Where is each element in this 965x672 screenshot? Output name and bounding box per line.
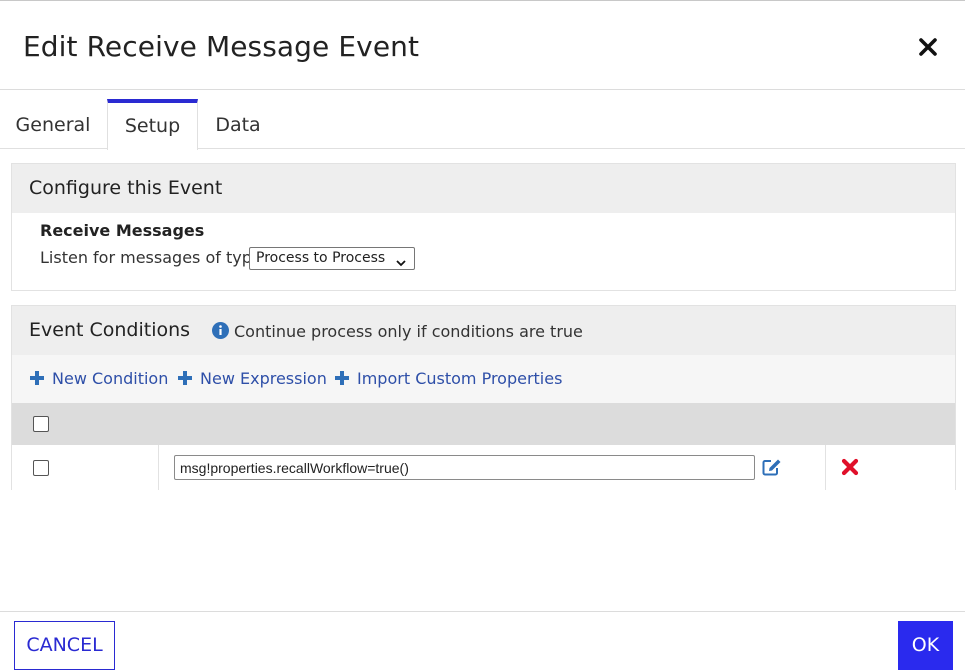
select-all-checkbox[interactable] <box>33 416 49 432</box>
new-expression-label: New Expression <box>200 369 327 388</box>
tab-setup[interactable]: Setup <box>107 99 198 150</box>
column-divider <box>158 445 159 490</box>
plus-icon <box>29 357 45 385</box>
conditions-toolbar: New Condition New Expression Import Cust… <box>12 355 955 403</box>
dialog-title: Edit Receive Message Event <box>23 30 420 63</box>
receive-messages-title: Receive Messages <box>40 221 205 240</box>
conditions-info-text: Continue process only if conditions are … <box>234 322 583 341</box>
new-condition-label: New Condition <box>52 369 169 388</box>
configure-event-heading: Configure this Event <box>12 164 955 213</box>
tab-data[interactable]: Data <box>198 99 278 149</box>
ok-button[interactable]: OK <box>898 621 953 670</box>
event-conditions-heading: Event Conditions <box>29 319 191 341</box>
event-conditions-panel: Event Conditions Continue process only i… <box>11 305 956 490</box>
message-type-value: Process to Process <box>256 250 386 266</box>
conditions-info: Continue process only if conditions are … <box>212 306 583 358</box>
row-checkbox[interactable] <box>33 460 49 476</box>
configure-event-panel: Configure this Event Receive Messages Li… <box>11 163 956 291</box>
info-icon <box>212 308 229 339</box>
conditions-table-header <box>12 403 955 445</box>
plus-icon <box>334 357 350 385</box>
listen-label: Listen for messages of type <box>40 248 262 267</box>
new-condition-button[interactable]: New Condition <box>29 355 168 403</box>
event-conditions-header: Event Conditions Continue process only i… <box>12 306 955 355</box>
import-custom-properties-label: Import Custom Properties <box>357 369 563 388</box>
plus-icon <box>177 357 193 385</box>
cancel-button[interactable]: CANCEL <box>14 621 115 670</box>
new-expression-button[interactable]: New Expression <box>177 355 327 403</box>
edit-icon[interactable] <box>762 458 782 476</box>
dialog-header: Edit Receive Message Event <box>0 2 965 90</box>
close-icon[interactable] <box>916 35 940 59</box>
chevron-down-icon <box>396 254 406 267</box>
tab-bar: General Setup Data <box>0 99 965 150</box>
tab-general[interactable]: General <box>0 99 106 149</box>
table-row <box>12 445 955 490</box>
import-custom-properties-button[interactable]: Import Custom Properties <box>334 355 562 403</box>
delete-icon[interactable] <box>841 458 859 476</box>
message-type-select[interactable]: Process to Process <box>249 247 415 270</box>
column-divider <box>825 445 826 490</box>
expression-input[interactable] <box>174 455 755 480</box>
edit-event-dialog: Edit Receive Message Event General Setup… <box>0 0 965 672</box>
dialog-footer: CANCEL OK <box>0 611 965 672</box>
